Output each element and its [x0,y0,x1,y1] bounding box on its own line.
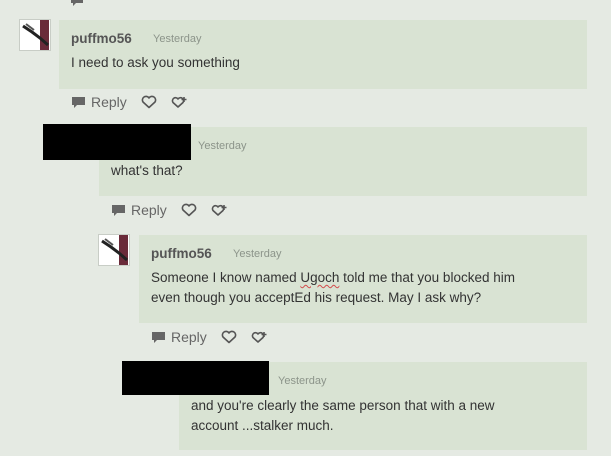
comment-username[interactable]: puffmo56 [71,31,132,46]
comment-timestamp: Yesterday [198,140,247,152]
comment-actions: Reply [71,92,189,112]
comment-actions: Reply [151,327,269,347]
comment-message: what's that? [111,163,183,178]
message-text: even though you acceptEd his request. Ma… [151,290,482,305]
comment-message: I need to ask you something [71,55,240,70]
message-text: Someone I know named [151,270,301,285]
redacted-avatar-username [122,361,269,395]
message-text: told me that you blocked him [339,270,515,285]
speech-bubble-icon[interactable] [70,0,84,7]
reply-label: Reply [131,202,167,218]
speech-bubble-icon [152,331,165,343]
reply-button[interactable]: Reply [71,94,127,110]
heart-icon[interactable] [181,203,197,217]
comment-thread: puffmo56 Yesterday I need to ask you som… [0,0,611,456]
message-text: account ...stalker much. [191,418,334,433]
reply-label: Reply [171,329,207,345]
comment-timestamp: Yesterday [153,33,202,45]
comment-timestamp: Yesterday [233,248,282,260]
flag-heart-icon[interactable] [211,203,229,218]
reply-button[interactable]: Reply [111,202,167,218]
prev-comment-actions [70,0,84,10]
flag-heart-icon[interactable] [251,330,269,345]
reply-button[interactable]: Reply [151,329,207,345]
heart-icon[interactable] [141,95,157,109]
comment-actions: Reply [111,200,229,220]
avatar[interactable] [98,234,130,266]
redacted-avatar-username [43,124,191,160]
heart-icon[interactable] [221,330,237,344]
speech-bubble-icon [72,96,85,108]
reply-label: Reply [91,94,127,110]
comment-username[interactable]: puffmo56 [151,246,212,261]
comment-message: and you're clearly the same person that … [191,396,495,436]
avatar[interactable] [19,19,51,51]
comment-message: Someone I know named Ugoch told me that … [151,268,515,308]
speech-bubble-icon [112,204,125,216]
flag-heart-icon[interactable] [171,95,189,110]
misspelled-word: Ugoch [300,270,340,285]
message-text: and you're clearly the same person that … [191,398,495,413]
comment-timestamp: Yesterday [278,375,327,387]
